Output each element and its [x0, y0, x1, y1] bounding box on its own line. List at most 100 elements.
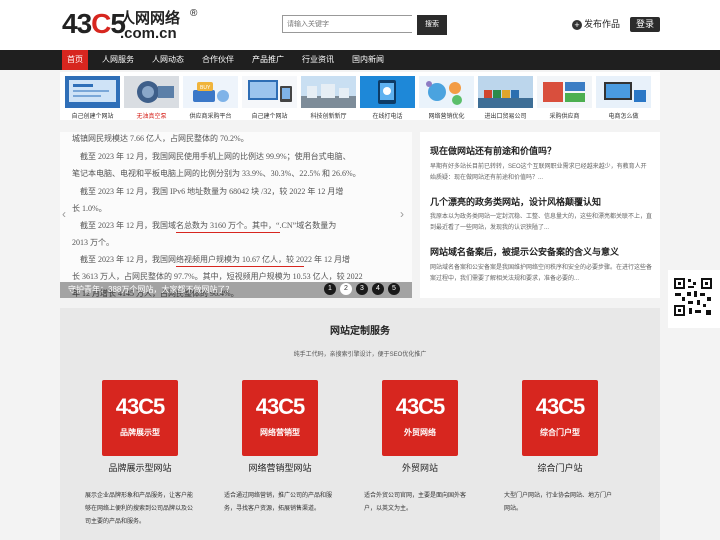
service-card-brand[interactable]: 43C5 品牌展示型: [102, 380, 178, 456]
service-desc: 适合外贸公司官网，主要是面向国外客户，以英文为主。: [364, 493, 467, 512]
registered-mark: ®: [190, 8, 198, 19]
card-logo: 43C5: [115, 394, 166, 419]
service-title[interactable]: 综合门户站: [500, 461, 620, 474]
thumb-item[interactable]: BUY 供应商采购平台: [183, 76, 238, 120]
slide-text-line: 截至 2023 年 12 月，我国网络视频用户规模为 10.67 亿人，较 20…: [80, 255, 350, 264]
news-list: 现在做网站还有前途和价值吗？ 早期有好多站长目前已转转，SEO这个互联网职业需求…: [420, 132, 660, 298]
card-logo: 43C5: [535, 394, 586, 419]
chevron-right-icon[interactable]: ›: [400, 207, 404, 221]
login-button[interactable]: 登录: [630, 17, 660, 32]
nav-item-partners[interactable]: 合作伙伴: [196, 50, 240, 70]
thumb-item[interactable]: 无油真空泵: [124, 76, 179, 120]
news-title[interactable]: 几个漂亮的政务类网站，设计风格颠覆认知: [430, 195, 601, 208]
thumb-image: [124, 76, 179, 108]
slider-dot[interactable]: 4: [372, 283, 384, 295]
thumb-image: [537, 76, 592, 108]
slide-text-line: 笔记本电脑、电视和平板电脑上网的比例分别为 33.9%、30.3%、22.5% …: [72, 169, 361, 178]
thumb-item[interactable]: 自己建个网站: [242, 76, 297, 120]
service-card-foreign-trade[interactable]: 43C5 外贸网络: [382, 380, 458, 456]
slider-dot[interactable]: 3: [356, 283, 368, 295]
nav-item-home[interactable]: 首页: [62, 50, 88, 70]
news-title[interactable]: 网站域名备案后，被提示公安备案的含义与意义: [430, 245, 619, 258]
card-logo: 43C5: [395, 394, 446, 419]
red-underline: [176, 266, 304, 267]
search-button[interactable]: 搜索: [417, 15, 447, 35]
slide-text-line: 城镇网民规模达 7.66 亿人，占网民整体的 70.2%。: [72, 134, 249, 143]
thumb-image: BUY: [183, 76, 238, 108]
thumb-image: [360, 76, 415, 108]
thumb-caption: 进出口贸易公司: [484, 114, 527, 120]
thumb-image: [65, 76, 120, 108]
service-desc: 大型门户网站，行业协会网站、地方门户网站。: [504, 493, 613, 512]
logo-mark: 43C5: [62, 8, 126, 39]
thumb-item[interactable]: 电商怎么做: [596, 76, 651, 120]
thumb-caption: 科技创新新厅: [310, 114, 347, 120]
card-type: 外贸网络: [404, 428, 436, 437]
nav-item-domestic[interactable]: 国内新闻: [346, 50, 390, 70]
service-card-portal[interactable]: 43C5 综合门户型: [522, 380, 598, 456]
thumb-item[interactable]: 自己创建个网站: [65, 76, 120, 120]
search-input[interactable]: [282, 15, 412, 33]
service-title[interactable]: 外贸网站: [360, 461, 480, 474]
section-title: 网站定制服务: [330, 326, 390, 337]
slide-text-line: 长 1.0%。: [72, 204, 107, 213]
logo-domain: .com.cn: [120, 25, 177, 42]
thumb-image: [419, 76, 474, 108]
service-title[interactable]: 网络营销型网站: [220, 461, 340, 474]
custom-service-section: 网站定制服务 纯手工代码，亲搜索引擎设计，便于SEO优化推广 43C5 品牌展示…: [60, 308, 660, 540]
publish-link[interactable]: + 发布作品: [572, 17, 620, 31]
nav-item-news[interactable]: 人网动态: [146, 50, 190, 70]
main-nav: 首页 人网服务 人网动态 合作伙伴 产品推广 行业资讯 国内新闻: [0, 50, 720, 70]
search-box: 搜索: [282, 15, 448, 35]
thumb-image: [242, 76, 297, 108]
news-summary: 早期有好多站长目前已转转，SEO这个互联网职业需求已经越来越少，有教育人开始质疑…: [430, 164, 647, 181]
slider-dot[interactable]: 1: [324, 283, 336, 295]
publish-label: 发布作品: [584, 19, 621, 29]
chevron-left-icon[interactable]: ‹: [62, 207, 66, 221]
slide-caption[interactable]: 守护青年：388万个网站，大家都不做网站了？: [68, 282, 233, 298]
thumb-caption: 自己创建个网站: [71, 114, 114, 120]
thumb-image: [478, 76, 533, 108]
slide-image: 城镇网民规模达 7.66 亿人，占网民整体的 70.2%。 截至 2023 年 …: [60, 132, 412, 298]
slider-dot-active[interactable]: 2: [340, 283, 352, 295]
red-underline: [176, 232, 280, 233]
slide-text-line: 截至 2023 年 12 月，我国域名总数为 3160 万个。其中，“.CN”域…: [80, 221, 337, 230]
service-title[interactable]: 品牌展示型网站: [80, 461, 200, 474]
nav-item-promotion[interactable]: 产品推广: [246, 50, 290, 70]
thumb-caption: 电商怎么做: [608, 114, 639, 120]
thumb-image: [301, 76, 356, 108]
nav-item-services[interactable]: 人网服务: [96, 50, 140, 70]
slide-text-line: 2013 万个。: [72, 238, 114, 247]
thumb-item[interactable]: 网络营销优化: [419, 76, 474, 120]
news-slider[interactable]: 城镇网民规模达 7.66 亿人，占网民整体的 70.2%。 截至 2023 年 …: [60, 132, 412, 298]
thumb-item[interactable]: 科技创新新厅: [301, 76, 356, 120]
nav-item-industry[interactable]: 行业资讯: [296, 50, 340, 70]
section-subtitle: 纯手工代码，亲搜索引擎设计，便于SEO优化推广: [293, 352, 427, 358]
thumb-caption: 自己建个网站: [251, 114, 288, 120]
plus-circle-icon: +: [572, 20, 582, 30]
site-logo[interactable]: 43C5 人网网络 .com.cn ®: [62, 8, 202, 44]
thumb-image: [596, 76, 651, 108]
service-card-marketing[interactable]: 43C5 网络营销型: [242, 380, 318, 456]
thumb-item[interactable]: 在线打电话: [360, 76, 415, 120]
qr-code-icon: [673, 277, 713, 317]
thumb-item[interactable]: 进出口贸易公司: [478, 76, 533, 120]
card-type: 综合门户型: [540, 428, 580, 437]
slide-text-line: 截至 2023 年 12 月，我国 IPv6 地址数量为 68042 块 /32…: [80, 187, 344, 196]
service-desc: 适合通过网络营销，推广公司的产品和服务，寻找客户资源，拓展销售渠道。: [224, 493, 333, 512]
thumb-caption: 无油真空泵: [136, 114, 167, 120]
thumbnail-strip: 自己创建个网站 无油真空泵 BUY 供应商采购平台 自己建个网站 科技创新新厅 …: [60, 72, 660, 120]
slider-dot[interactable]: 5: [388, 283, 400, 295]
thumb-caption: 供应商采购平台: [189, 114, 232, 120]
news-title[interactable]: 现在做网站还有前途和价值吗？: [430, 144, 556, 157]
news-summary: 我原本以为政务类网站一定封沉稳、工整、信息量大的，这些和漂亮都关联不上，直到最近…: [430, 214, 653, 231]
thumb-item[interactable]: 采购供应商: [537, 76, 592, 120]
qr-code[interactable]: [668, 270, 720, 328]
card-type: 品牌展示型: [120, 428, 160, 437]
thumb-caption: 采购供应商: [549, 114, 580, 120]
svg-text:BUY: BUY: [200, 85, 211, 91]
slide-text-line: 长 3613 万人，占网民整体的 97.7%。其中，短视频用户规模为 10.53…: [72, 272, 363, 281]
header: 43C5 人网网络 .com.cn ® 搜索 +发布作品 登录: [0, 0, 720, 50]
thumb-caption: 在线打电话: [372, 114, 403, 120]
service-desc: 展示企业品牌形象和产品服务，让客户能够在网络上便利的搜索到公司品牌以及公司主要的…: [85, 493, 194, 525]
